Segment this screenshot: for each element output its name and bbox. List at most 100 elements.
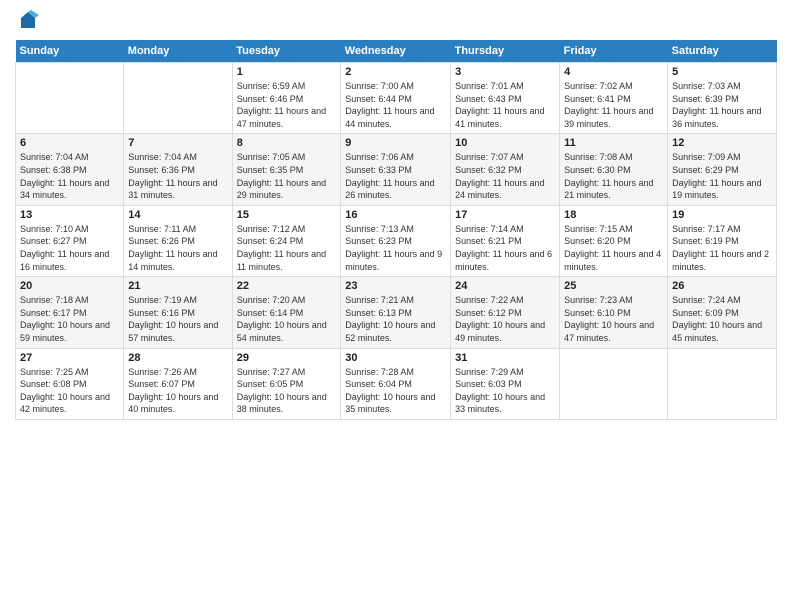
calendar-cell: 6Sunrise: 7:04 AMSunset: 6:38 PMDaylight… <box>16 134 124 205</box>
day-info: Sunrise: 7:08 AMSunset: 6:30 PMDaylight:… <box>564 151 663 201</box>
calendar-cell: 10 Sunrise: 7:07 AMSunset: 6:32 PMDayligh… <box>451 134 560 205</box>
day-number: 5 <box>672 66 772 78</box>
day-number: 14 <box>128 209 227 221</box>
day-number: 16 <box>345 209 446 221</box>
day-number: 26 <box>672 280 772 292</box>
header-monday: Monday <box>124 40 232 63</box>
day-number: 25 <box>564 280 663 292</box>
day-number: 29 <box>237 352 337 364</box>
day-number: 28 <box>128 352 227 364</box>
calendar-cell: 18 Sunrise: 7:15 AMSunset: 6:20 PMDayligh… <box>560 205 668 276</box>
day-info: Sunrise: 7:05 AMSunset: 6:35 PMDaylight:… <box>237 151 337 201</box>
calendar-cell: 4 Sunrise: 7:02 AMSunset: 6:41 PMDaylight… <box>560 63 668 134</box>
day-info: Sunrise: 7:20 AMSunset: 6:14 PMDaylight:… <box>237 294 337 344</box>
header <box>15 10 777 32</box>
calendar-cell: 11 Sunrise: 7:08 AMSunset: 6:30 PMDayligh… <box>560 134 668 205</box>
day-number: 6 <box>20 137 119 149</box>
calendar-week-row: 20 Sunrise: 7:18 AMSunset: 6:17 PMDayligh… <box>16 277 777 348</box>
calendar-week-row: 27 Sunrise: 7:25 AMSunset: 6:08 PMDayligh… <box>16 348 777 419</box>
header-sunday: Sunday <box>16 40 124 63</box>
day-number: 13 <box>20 209 119 221</box>
calendar-week-row: 6Sunrise: 7:04 AMSunset: 6:38 PMDaylight… <box>16 134 777 205</box>
calendar-cell: 25 Sunrise: 7:23 AMSunset: 6:10 PMDayligh… <box>560 277 668 348</box>
calendar-cell <box>560 348 668 419</box>
day-info: Sunrise: 7:18 AMSunset: 6:17 PMDaylight:… <box>20 294 119 344</box>
logo-icon <box>17 10 39 32</box>
calendar-cell: 9 Sunrise: 7:06 AMSunset: 6:33 PMDaylight… <box>341 134 451 205</box>
day-number: 9 <box>345 137 446 149</box>
header-friday: Friday <box>560 40 668 63</box>
calendar-week-row: 1 Sunrise: 6:59 AMSunset: 6:46 PMDaylight… <box>16 63 777 134</box>
day-info: Sunrise: 7:06 AMSunset: 6:33 PMDaylight:… <box>345 151 446 201</box>
day-number: 12 <box>672 137 772 149</box>
day-number: 18 <box>564 209 663 221</box>
calendar-cell: 3Sunrise: 7:01 AMSunset: 6:43 PMDaylight… <box>451 63 560 134</box>
calendar-cell: 12 Sunrise: 7:09 AMSunset: 6:29 PMDayligh… <box>668 134 777 205</box>
day-info: Sunrise: 7:15 AMSunset: 6:20 PMDaylight:… <box>564 223 663 273</box>
day-info: Sunrise: 7:22 AMSunset: 6:12 PMDaylight:… <box>455 294 555 344</box>
day-info: Sunrise: 7:07 AMSunset: 6:32 PMDaylight:… <box>455 151 555 201</box>
day-number: 11 <box>564 137 663 149</box>
day-info: Sunrise: 7:27 AMSunset: 6:05 PMDaylight:… <box>237 366 337 416</box>
day-info: Sunrise: 7:13 AMSunset: 6:23 PMDaylight:… <box>345 223 446 273</box>
calendar-cell: 16 Sunrise: 7:13 AMSunset: 6:23 PMDayligh… <box>341 205 451 276</box>
day-info: Sunrise: 7:19 AMSunset: 6:16 PMDaylight:… <box>128 294 227 344</box>
day-number: 23 <box>345 280 446 292</box>
calendar-cell: 27 Sunrise: 7:25 AMSunset: 6:08 PMDayligh… <box>16 348 124 419</box>
header-saturday: Saturday <box>668 40 777 63</box>
calendar-cell: 2 Sunrise: 7:00 AMSunset: 6:44 PMDaylight… <box>341 63 451 134</box>
calendar-cell: 21 Sunrise: 7:19 AMSunset: 6:16 PMDayligh… <box>124 277 232 348</box>
day-info: Sunrise: 7:00 AMSunset: 6:44 PMDaylight:… <box>345 80 446 130</box>
calendar-cell: 28 Sunrise: 7:26 AMSunset: 6:07 PMDayligh… <box>124 348 232 419</box>
weekday-header-row: Sunday Monday Tuesday Wednesday Thursday… <box>16 40 777 63</box>
calendar-cell: 22 Sunrise: 7:20 AMSunset: 6:14 PMDayligh… <box>232 277 341 348</box>
day-number: 31 <box>455 352 555 364</box>
day-number: 22 <box>237 280 337 292</box>
day-number: 1 <box>237 66 337 78</box>
day-info: Sunrise: 6:59 AMSunset: 6:46 PMDaylight:… <box>237 80 337 130</box>
calendar-cell: 5 Sunrise: 7:03 AMSunset: 6:39 PMDaylight… <box>668 63 777 134</box>
logo <box>15 10 39 32</box>
day-number: 2 <box>345 66 446 78</box>
day-info: Sunrise: 7:09 AMSunset: 6:29 PMDaylight:… <box>672 151 772 201</box>
day-number: 19 <box>672 209 772 221</box>
calendar-page: Sunday Monday Tuesday Wednesday Thursday… <box>0 0 792 612</box>
day-number: 7 <box>128 137 227 149</box>
day-number: 15 <box>237 209 337 221</box>
day-number: 3 <box>455 66 555 78</box>
calendar-cell <box>124 63 232 134</box>
calendar-cell <box>16 63 124 134</box>
day-info: Sunrise: 7:29 AMSunset: 6:03 PMDaylight:… <box>455 366 555 416</box>
day-info: Sunrise: 7:12 AMSunset: 6:24 PMDaylight:… <box>237 223 337 273</box>
calendar-cell: 15 Sunrise: 7:12 AMSunset: 6:24 PMDayligh… <box>232 205 341 276</box>
day-number: 17 <box>455 209 555 221</box>
calendar-cell: 19 Sunrise: 7:17 AMSunset: 6:19 PMDayligh… <box>668 205 777 276</box>
day-number: 21 <box>128 280 227 292</box>
calendar-cell: 17 Sunrise: 7:14 AMSunset: 6:21 PMDayligh… <box>451 205 560 276</box>
day-number: 10 <box>455 137 555 149</box>
calendar-cell: 30Sunrise: 7:28 AMSunset: 6:04 PMDayligh… <box>341 348 451 419</box>
day-info: Sunrise: 7:03 AMSunset: 6:39 PMDaylight:… <box>672 80 772 130</box>
header-wednesday: Wednesday <box>341 40 451 63</box>
calendar-cell: 24 Sunrise: 7:22 AMSunset: 6:12 PMDayligh… <box>451 277 560 348</box>
day-number: 8 <box>237 137 337 149</box>
day-info: Sunrise: 7:21 AMSunset: 6:13 PMDaylight:… <box>345 294 446 344</box>
calendar-table: Sunday Monday Tuesday Wednesday Thursday… <box>15 40 777 420</box>
day-info: Sunrise: 7:14 AMSunset: 6:21 PMDaylight:… <box>455 223 555 273</box>
day-info: Sunrise: 7:17 AMSunset: 6:19 PMDaylight:… <box>672 223 772 273</box>
day-number: 4 <box>564 66 663 78</box>
day-number: 20 <box>20 280 119 292</box>
day-number: 27 <box>20 352 119 364</box>
day-info: Sunrise: 7:23 AMSunset: 6:10 PMDaylight:… <box>564 294 663 344</box>
calendar-cell: 13 Sunrise: 7:10 AMSunset: 6:27 PMDayligh… <box>16 205 124 276</box>
calendar-cell: 26Sunrise: 7:24 AMSunset: 6:09 PMDayligh… <box>668 277 777 348</box>
day-info: Sunrise: 7:10 AMSunset: 6:27 PMDaylight:… <box>20 223 119 273</box>
day-info: Sunrise: 7:26 AMSunset: 6:07 PMDaylight:… <box>128 366 227 416</box>
day-info: Sunrise: 7:02 AMSunset: 6:41 PMDaylight:… <box>564 80 663 130</box>
calendar-cell: 8 Sunrise: 7:05 AMSunset: 6:35 PMDaylight… <box>232 134 341 205</box>
day-info: Sunrise: 7:25 AMSunset: 6:08 PMDaylight:… <box>20 366 119 416</box>
calendar-cell: 31 Sunrise: 7:29 AMSunset: 6:03 PMDayligh… <box>451 348 560 419</box>
day-number: 24 <box>455 280 555 292</box>
calendar-cell: 7Sunrise: 7:04 AMSunset: 6:36 PMDaylight… <box>124 134 232 205</box>
header-tuesday: Tuesday <box>232 40 341 63</box>
